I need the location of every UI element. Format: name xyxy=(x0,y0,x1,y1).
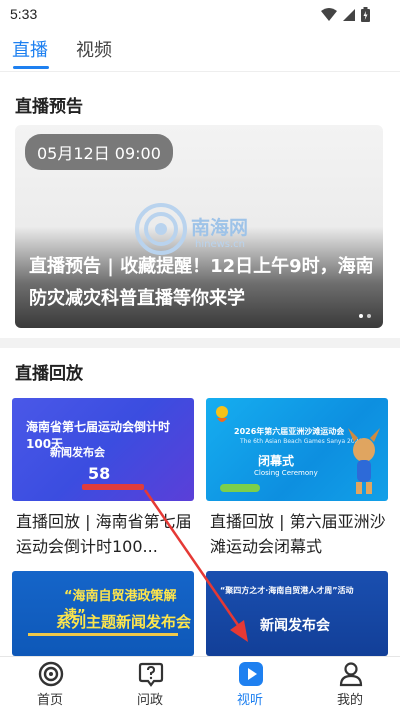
replay-thumbnail-4[interactable]: “聚四方之才·海南自贸港人才周”活动 新闻发布会 xyxy=(206,571,388,656)
active-tab-indicator xyxy=(13,66,49,69)
section-title-replay: 直播回放 xyxy=(15,364,83,384)
nav-home[interactable]: 首页 xyxy=(0,657,100,711)
thumb2-line4: Closing Ceremony xyxy=(254,469,318,477)
watermark-sub: hinews.cn xyxy=(195,239,246,250)
section-title-preview: 直播预告 xyxy=(15,97,83,117)
games-logo-icon xyxy=(216,406,228,422)
thumb1-logos xyxy=(82,484,144,490)
thumb1-line2: 新闻发布会 xyxy=(50,446,105,459)
nav-audiovisual-label: 视听 xyxy=(236,693,263,708)
thumb2-badge xyxy=(220,484,260,492)
status-time: 5:33 xyxy=(10,6,38,22)
nav-profile-label: 我的 xyxy=(336,693,363,708)
tab-live[interactable]: 直播 xyxy=(12,36,48,62)
nav-ask-gov[interactable]: 问政 xyxy=(100,657,200,711)
top-tab-bar: 直播 视频 xyxy=(0,30,400,72)
replay-caption-1[interactable]: 直播回放 | 海南省第七届运动会倒计时100... xyxy=(16,509,200,559)
watermark-text: 南海网 xyxy=(191,217,249,239)
live-preview-card[interactable]: 05月12日 09:00 南海网 hinews.cn 直播预告 | 收藏提醒！1… xyxy=(15,125,383,328)
mascot-icon xyxy=(348,428,380,494)
tab-video[interactable]: 视频 xyxy=(76,36,112,62)
thumb1-number: 58 xyxy=(88,464,111,483)
status-icons xyxy=(321,7,370,22)
carousel-dots xyxy=(359,314,371,318)
replay-thumbnail-2[interactable]: 2026年第六届亚洲沙滩运动会 The 6th Asian Beach Game… xyxy=(206,398,388,501)
nav-profile[interactable]: 我的 xyxy=(300,657,400,711)
replay-caption-2[interactable]: 直播回放 | 第六届亚洲沙滩运动会闭幕式 xyxy=(210,509,394,559)
nav-ask-gov-label: 问政 xyxy=(136,693,163,708)
wifi-icon xyxy=(321,7,337,21)
home-logo-icon xyxy=(38,661,64,687)
bottom-nav: 首页 问政 视听 我的 xyxy=(0,656,400,711)
thumb2-line1: 2026年第六届亚洲沙滩运动会 xyxy=(234,427,345,436)
status-bar: 5:33 xyxy=(0,0,400,30)
carousel-dot xyxy=(359,314,363,318)
nav-audiovisual[interactable]: 视听 xyxy=(200,657,300,711)
person-icon xyxy=(339,662,363,687)
replay-thumbnail-1[interactable]: 海南省第七届运动会倒计时100天 新闻发布会 58 xyxy=(12,398,194,501)
nav-home-label: 首页 xyxy=(36,693,63,708)
hinews-watermark-icon: 南海网 hinews.cn xyxy=(133,199,283,259)
signal-icon xyxy=(343,8,355,21)
section-divider xyxy=(0,338,400,348)
battery-icon xyxy=(361,7,370,22)
preview-title: 直播预告 | 收藏提醒！12日上午9时，海南防灾减灾科普直播等你来学 xyxy=(29,256,374,309)
thumb2-line3: 闭幕式 xyxy=(258,454,295,468)
carousel-dot xyxy=(367,314,371,318)
thumb3-rule xyxy=(28,633,178,636)
play-icon xyxy=(239,662,263,686)
thumb3-line2: 系列主题新闻发布会 xyxy=(56,613,192,631)
thumb4-line2: 新闻发布会 xyxy=(260,618,330,634)
replay-thumbnail-3[interactable]: “海南自贸港政策解读” 系列主题新闻发布会 xyxy=(12,571,194,656)
thumb4-line1: “聚四方之才·海南自贸港人才周”活动 xyxy=(220,586,354,595)
question-bubble-icon xyxy=(138,662,164,687)
preview-time-pill: 05月12日 09:00 xyxy=(25,134,173,170)
